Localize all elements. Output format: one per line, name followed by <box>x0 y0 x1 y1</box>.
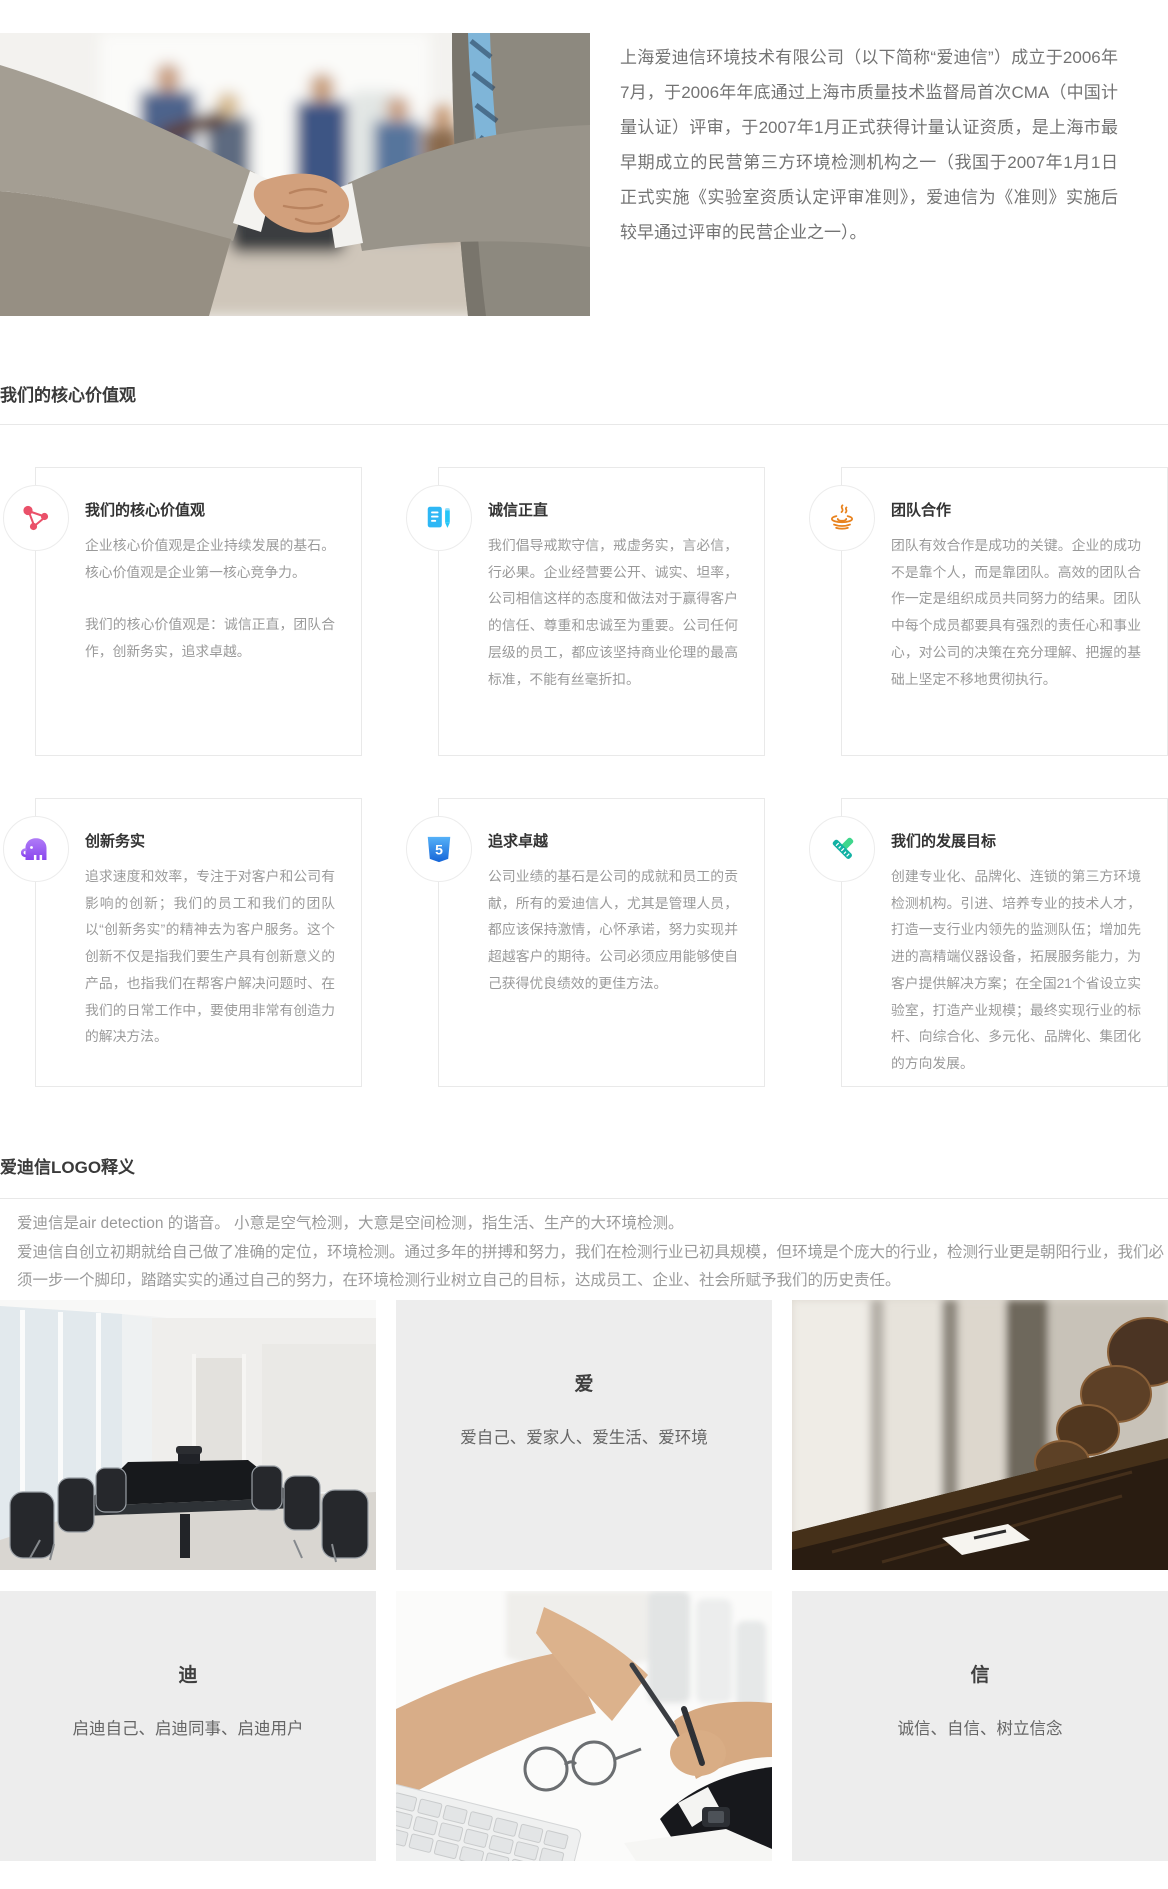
conference-table-photo-svg <box>792 1300 1168 1570</box>
value-card-development-goals: 我们的发展目标 创建专业化、品牌化、连锁的第三方环境检测机构。引进、培养专业的技… <box>841 798 1168 1087</box>
notebook-pencil-icon <box>424 503 454 533</box>
card-paragraph: 我们倡导戒欺守信，戒虚务实，言必信，行必果。企业经营要公开、诚实、坦率，公司相信… <box>488 533 738 693</box>
card-paragraph: 团队有效合作是成功的关键。企业的成功不是靠个人，而是靠团队。高效的团队合作一定是… <box>891 533 1141 693</box>
card-icon-badge <box>3 485 69 551</box>
card-title: 我们的发展目标 <box>891 833 1141 851</box>
divider <box>0 1198 1168 1199</box>
value-cards-row-2: 创新务实 追求速度和效率，专注于对客户和公司有影响的创新；我们的员工和我们的团队… <box>35 798 1168 1087</box>
tile-body: 爱自己、爱家人、爱生活、爱环境 <box>396 1426 772 1450</box>
value-card-innovation: 创新务实 追求速度和效率，专注于对客户和公司有影响的创新；我们的员工和我们的团队… <box>35 798 362 1087</box>
crossed-tools-icon <box>827 834 857 864</box>
card-paragraph: 企业核心价值观是企业持续发展的基石。核心价值观是企业第一核心竞争力。 <box>85 533 335 586</box>
logo-tiles-row-1: 爱 爱自己、爱家人、爱生活、爱环境 <box>0 1300 1168 1570</box>
logo-tiles-row-2: 迪 启迪自己、启迪同事、启迪用户 <box>0 1591 1168 1861</box>
tile-body: 启迪自己、启迪同事、启迪用户 <box>0 1717 376 1741</box>
elephant-icon <box>20 833 52 865</box>
card-title: 我们的核心价值观 <box>85 502 335 520</box>
logo-paragraph: 爱迪信是air detection 的谐音。 小意是空气检测，大意是空间检测，指… <box>17 1210 1167 1239</box>
value-card-integrity: 诚信正直 我们倡导戒欺守信，戒虚务实，言必信，行必果。企业经营要公开、诚实、坦率… <box>438 467 765 756</box>
value-cards-row-1: 我们的核心价值观 企业核心价值观是企业持续发展的基石。核心价值观是企业第一核心竞… <box>35 467 1168 756</box>
logo-tile-inspire: 迪 启迪自己、启迪同事、启迪用户 <box>0 1591 376 1861</box>
tile-heading: 迪 <box>0 1663 376 1689</box>
section-title-logo: 爱迪信LOGO释义 <box>0 1158 135 1178</box>
about-page: 上海爱迪信环境技术有限公司（以下简称“爱迪信”）成立于2006年7月，于2006… <box>0 0 1168 1889</box>
card-title: 诚信正直 <box>488 502 738 520</box>
logo-tile-trust: 信 诚信、自信、树立信念 <box>792 1591 1168 1861</box>
card-paragraph: 追求速度和效率，专注于对客户和公司有影响的创新；我们的员工和我们的团队以“创新务… <box>85 864 335 1051</box>
conference-table-photo <box>792 1300 1168 1570</box>
card-icon-badge: 5 <box>406 816 472 882</box>
java-cup-icon <box>827 503 857 533</box>
company-intro-paragraph: 上海爱迪信环境技术有限公司（以下简称“爱迪信”）成立于2006年7月，于2006… <box>620 40 1118 250</box>
html5-shield-icon: 5 <box>424 834 454 864</box>
value-card-excellence: 5 追求卓越 公司业绩的基石是公司的成就和员工的贡献，所有的爱迪信人，尤其是管理… <box>438 798 765 1087</box>
svg-text:5: 5 <box>435 842 443 858</box>
meeting-room-photo-svg <box>0 1300 376 1570</box>
value-card-teamwork: 团队合作 团队有效合作是成功的关键。企业的成功不是靠个人，而是靠团队。高效的团队… <box>841 467 1168 756</box>
card-title: 创新务实 <box>85 833 335 851</box>
card-paragraph: 公司业绩的基石是公司的成就和员工的贡献，所有的爱迪信人，尤其是管理人员，都应该保… <box>488 864 738 998</box>
divider <box>0 424 1168 425</box>
card-title: 追求卓越 <box>488 833 738 851</box>
card-title: 团队合作 <box>891 502 1141 520</box>
share-icon <box>20 502 52 534</box>
card-icon-badge <box>809 816 875 882</box>
handshake-photo <box>0 33 590 316</box>
meeting-room-photo <box>0 1300 376 1570</box>
handshake-photo-svg <box>0 33 590 316</box>
business-hands-photo <box>396 1591 772 1861</box>
section-title-values: 我们的核心价值观 <box>0 386 136 406</box>
tile-body: 诚信、自信、树立信念 <box>792 1717 1168 1741</box>
card-paragraph: 我们的核心价值观是：诚信正直，团队合作，创新务实，追求卓越。 <box>85 612 335 665</box>
card-paragraph: 创建专业化、品牌化、连锁的第三方环境检测机构。引进、培养专业的技术人才，打造一支… <box>891 864 1141 1078</box>
card-icon-badge <box>3 816 69 882</box>
tile-heading: 爱 <box>396 1372 772 1398</box>
business-hands-photo-svg <box>396 1591 772 1861</box>
logo-paragraph: 爱迪信自创立初期就给自己做了准确的定位，环境检测。通过多年的拼搏和努力，我们在检… <box>17 1239 1167 1296</box>
card-icon-badge <box>809 485 875 551</box>
logo-tile-love: 爱 爱自己、爱家人、爱生活、爱环境 <box>396 1300 772 1570</box>
tile-heading: 信 <box>792 1663 1168 1689</box>
value-card-core-values: 我们的核心价值观 企业核心价值观是企业持续发展的基石。核心价值观是企业第一核心竞… <box>35 467 362 756</box>
card-icon-badge <box>406 485 472 551</box>
logo-explanation: 爱迪信是air detection 的谐音。 小意是空气检测，大意是空间检测，指… <box>17 1210 1167 1296</box>
